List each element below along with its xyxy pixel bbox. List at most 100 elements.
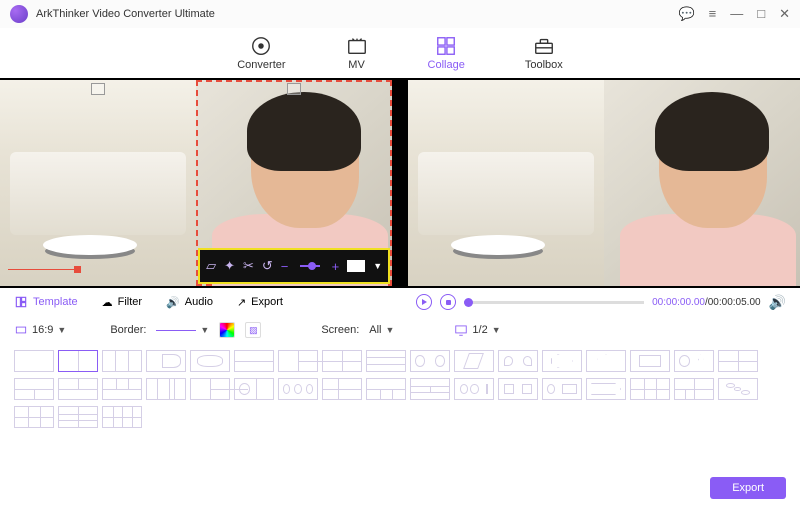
template-tab[interactable]: Template [14,295,78,309]
play-button[interactable] [416,294,432,310]
template-item[interactable] [586,378,626,400]
template-item[interactable] [14,350,54,372]
chevron-down-icon: ▼ [492,325,501,335]
fit-dropdown-icon[interactable]: ▼ [373,261,382,271]
volume-icon[interactable]: 🔊 [769,294,786,311]
template-item[interactable] [102,378,142,400]
template-item[interactable] [146,350,186,372]
template-item[interactable] [278,350,318,372]
aspect-select[interactable]: 16:9 ▼ [14,323,66,337]
page-select[interactable]: 1/2 ▼ [454,323,500,337]
tab-collage[interactable]: Collage [428,35,465,71]
tool-row: Template ☁ Filter 🔊 Audio ↗ Export 00:00… [0,288,800,316]
tool-label: Filter [118,296,142,308]
tab-label: Collage [428,59,465,71]
template-item[interactable] [190,378,230,400]
crop-icon[interactable]: ▱ [206,258,216,274]
main-tabs: Converter MV Collage Toolbox [0,28,800,78]
toolbox-icon [533,35,555,57]
template-item[interactable] [58,350,98,372]
template-item[interactable] [234,378,274,400]
tab-converter[interactable]: Converter [237,35,285,71]
menu-icon[interactable]: ≡ [709,6,717,22]
template-item[interactable] [674,350,714,372]
close-icon[interactable]: ✕ [779,6,790,22]
template-item[interactable] [410,350,450,372]
template-item[interactable] [498,378,538,400]
template-item[interactable] [102,350,142,372]
template-item[interactable] [718,350,758,372]
tool-label: Audio [185,296,213,308]
template-item[interactable] [278,378,318,400]
chat-icon[interactable]: 💬 [678,6,694,22]
export-icon: ↗ [237,296,246,309]
tab-toolbox[interactable]: Toolbox [525,35,563,71]
chevron-down-icon: ▼ [200,325,209,335]
minimize-icon[interactable]: — [730,6,743,22]
preview-cell-1 [408,80,604,286]
template-item[interactable] [14,378,54,400]
preview-cell-2 [604,80,800,286]
image-marker-icon [91,83,105,95]
zoom-out-icon[interactable]: − [281,259,289,274]
filter-icon: ☁ [102,296,113,309]
border-color-button[interactable] [219,322,235,338]
chevron-down-icon: ▼ [386,325,395,335]
collage-cell-1[interactable] [0,80,196,286]
template-item[interactable] [498,350,538,372]
fit-icon[interactable] [347,260,365,272]
border-label: Border: [110,324,146,336]
stop-button[interactable] [440,294,456,310]
template-item[interactable] [322,378,362,400]
template-item[interactable] [542,378,582,400]
trim-icon[interactable]: ✂ [243,258,254,274]
border-style-select[interactable]: ▼ [156,325,209,335]
template-item[interactable] [146,378,186,400]
filter-tab[interactable]: ☁ Filter [102,296,142,309]
preview-area: ▱ ✦ ✂ ↺ − + ▼ [0,78,800,288]
maximize-icon[interactable]: □ [757,6,765,22]
template-item[interactable] [234,350,274,372]
template-item[interactable] [14,406,54,428]
export-button[interactable]: Export [710,477,786,499]
template-item[interactable] [630,350,670,372]
template-item[interactable] [454,350,494,372]
app-title: ArkThinker Video Converter Ultimate [36,8,215,20]
tab-label: Converter [237,59,285,71]
border-pattern-button[interactable]: ▨ [245,322,261,338]
collage-editor-pane: ▱ ✦ ✂ ↺ − + ▼ [0,80,392,286]
image-marker-icon [287,83,301,95]
playback-slider[interactable] [464,301,644,304]
page-value: 1/2 [472,324,487,336]
template-item[interactable] [674,378,714,400]
template-item[interactable] [410,378,450,400]
screen-select[interactable]: All ▼ [369,324,394,336]
export-tab[interactable]: ↗ Export [237,296,283,309]
screen-label: Screen: [321,324,359,336]
template-item[interactable] [542,350,582,372]
template-icon [14,295,28,309]
template-item[interactable] [322,350,362,372]
template-item[interactable] [586,350,626,372]
tab-mv[interactable]: MV [346,35,368,71]
rotate-icon[interactable]: ↺ [262,258,273,274]
template-grid [0,344,800,432]
template-item[interactable] [190,350,230,372]
template-item[interactable] [58,406,98,428]
options-row: 16:9 ▼ Border: ▼ ▨ Screen: All ▼ 1/2 ▼ [0,316,800,344]
template-item[interactable] [102,406,142,428]
template-item[interactable] [454,378,494,400]
template-item[interactable] [630,378,670,400]
preview-player: 00:00:00.00/00:00:05.00 🔊 [416,294,786,311]
template-item[interactable] [366,378,406,400]
effects-icon[interactable]: ✦ [224,258,235,274]
template-item[interactable] [718,378,758,400]
template-item[interactable] [58,378,98,400]
zoom-slider[interactable] [300,265,319,267]
clip-edit-toolbar: ▱ ✦ ✂ ↺ − + ▼ [198,248,390,284]
audio-tab[interactable]: 🔊 Audio [166,296,213,309]
mv-icon [346,35,368,57]
collage-cell-2[interactable]: ▱ ✦ ✂ ↺ − + ▼ [196,80,392,286]
zoom-in-icon[interactable]: + [332,259,340,274]
template-item[interactable] [366,350,406,372]
